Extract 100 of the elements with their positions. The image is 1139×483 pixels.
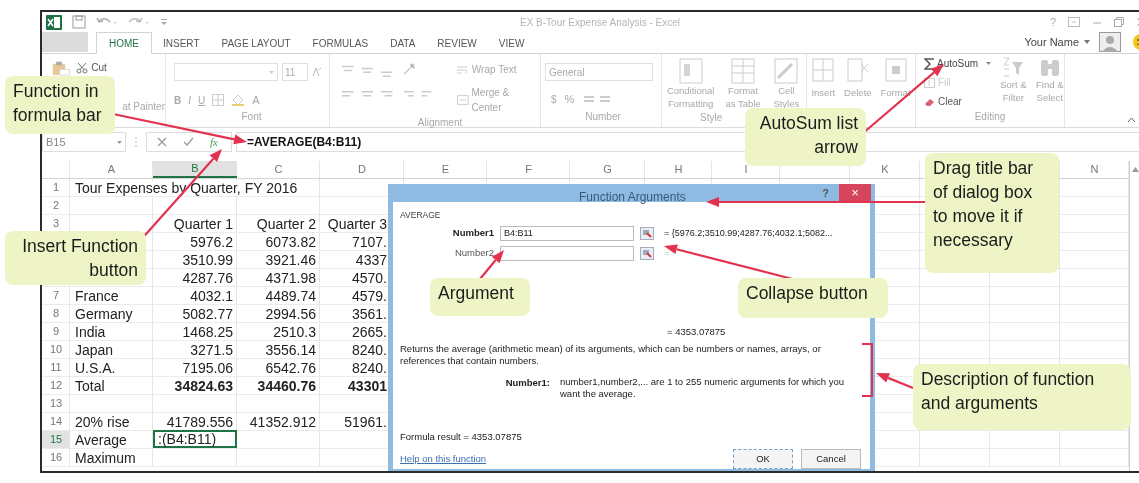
sort-filter-button[interactable]: Sort & Filter bbox=[999, 78, 1028, 104]
delete-button[interactable]: Delete bbox=[844, 86, 872, 101]
format-as-table-button[interactable]: Format as Table bbox=[722, 84, 764, 110]
argument-description: number1,number2,... are 1 to 255 numeric arguments for which you want the average. bbox=[560, 376, 846, 400]
column-header[interactable]: G bbox=[570, 161, 645, 178]
number-format-field[interactable]: General bbox=[545, 63, 653, 81]
help-button[interactable]: ? bbox=[822, 184, 829, 202]
ribbon-tab[interactable]: REVIEW bbox=[426, 33, 488, 53]
row-number[interactable]: 7 bbox=[42, 287, 70, 304]
format-cells-icon[interactable] bbox=[884, 58, 907, 82]
cell-text: 3561. bbox=[350, 306, 387, 321]
collapse-button[interactable] bbox=[640, 226, 654, 240]
caret-icon[interactable] bbox=[986, 62, 992, 65]
callout: Collapse button bbox=[738, 278, 888, 318]
window-title: EX B-Tour Expense Analysis - Excel bbox=[520, 15, 681, 30]
row-number[interactable]: 9 bbox=[42, 323, 70, 340]
row-number[interactable]: 11 bbox=[42, 359, 70, 376]
enter-check-icon[interactable] bbox=[183, 137, 194, 147]
font-name-field[interactable] bbox=[174, 63, 278, 81]
column-header[interactable]: N bbox=[1060, 161, 1129, 178]
font-color-button[interactable]: A bbox=[252, 92, 260, 109]
wrap-text-button[interactable]: Wrap Text bbox=[471, 62, 517, 77]
collapse-button[interactable] bbox=[640, 246, 654, 260]
find-select-button[interactable]: Find & Select bbox=[1035, 78, 1064, 104]
borders-icon[interactable] bbox=[212, 94, 225, 107]
cancel-icon[interactable] bbox=[157, 137, 167, 147]
ribbon-tab[interactable]: PAGE LAYOUT bbox=[210, 33, 302, 53]
underline-button[interactable]: U bbox=[198, 92, 206, 108]
sigma-icon[interactable] bbox=[924, 57, 935, 70]
percent-button[interactable]: % bbox=[564, 91, 575, 108]
delete-cells-icon[interactable] bbox=[846, 58, 869, 82]
save-icon[interactable] bbox=[72, 15, 86, 29]
row-number[interactable]: 1 bbox=[42, 179, 70, 196]
conditional-formatting-icon[interactable] bbox=[678, 58, 703, 84]
eraser-icon[interactable] bbox=[924, 96, 935, 107]
column-header[interactable]: C bbox=[237, 161, 320, 178]
font-size-field[interactable]: 11 bbox=[282, 63, 308, 81]
row-number[interactable]: 13 bbox=[42, 395, 70, 412]
help-button[interactable]: ? bbox=[1049, 13, 1056, 31]
ribbon-tab[interactable]: INSERT bbox=[152, 33, 211, 53]
account-name[interactable]: Your Name bbox=[1024, 33, 1079, 51]
merge-icon[interactable] bbox=[456, 95, 469, 105]
ribbon-tab[interactable]: DATA bbox=[379, 33, 427, 53]
row-number[interactable]: 14 bbox=[42, 413, 70, 430]
avatar-icon[interactable] bbox=[1099, 32, 1121, 52]
help-link[interactable]: Help on this function bbox=[400, 452, 487, 467]
insert-function-button[interactable]: fx bbox=[210, 133, 218, 151]
currency-button[interactable]: $ bbox=[551, 91, 557, 107]
sort-filter-icon[interactable] bbox=[1002, 56, 1025, 78]
dialog-title[interactable]: Function Arguments bbox=[579, 188, 686, 206]
ribbon-tab[interactable]: FORMULAS bbox=[301, 33, 380, 53]
cell-text: 2665. bbox=[350, 324, 387, 339]
conditional-formatting-button[interactable]: Conditional Formatting bbox=[664, 84, 717, 110]
grow-font-icon[interactable] bbox=[312, 67, 322, 77]
column-header[interactable]: A bbox=[70, 161, 153, 178]
column-header[interactable]: B bbox=[153, 161, 237, 178]
ribbon-tab[interactable]: HOME bbox=[96, 32, 152, 54]
scissors-icon[interactable] bbox=[76, 61, 89, 74]
row-number[interactable]: 2 bbox=[42, 197, 70, 214]
row-number[interactable]: 10 bbox=[42, 341, 70, 358]
close-button[interactable]: × bbox=[839, 184, 871, 202]
ok-button[interactable]: OK bbox=[733, 449, 793, 470]
column-header[interactable]: E bbox=[404, 161, 487, 178]
ribbon-display-icon[interactable] bbox=[1068, 17, 1080, 27]
row-number[interactable]: 16 bbox=[42, 449, 70, 466]
scroll-up-icon[interactable] bbox=[1132, 167, 1139, 172]
wrap-text-icon[interactable] bbox=[456, 64, 469, 75]
customize-toolbar-icon[interactable] bbox=[160, 17, 168, 27]
cancel-button[interactable]: Cancel bbox=[801, 449, 861, 470]
cell-styles-button[interactable]: Cell Styles bbox=[769, 84, 804, 110]
table-icon[interactable] bbox=[731, 58, 755, 84]
column-header[interactable]: F bbox=[487, 161, 570, 178]
row-number[interactable]: 15 bbox=[42, 431, 70, 448]
argument-field[interactable] bbox=[500, 245, 634, 261]
fill-bucket-icon[interactable] bbox=[231, 94, 246, 107]
row-number[interactable]: 12 bbox=[42, 377, 70, 394]
row-number[interactable]: 3 bbox=[42, 215, 70, 232]
drag-handle-icon[interactable] bbox=[134, 136, 138, 148]
insert-cells-icon[interactable] bbox=[812, 58, 835, 82]
column-header[interactable]: H bbox=[645, 161, 712, 178]
italic-button[interactable]: I bbox=[188, 92, 191, 108]
format-button[interactable]: Format bbox=[880, 86, 911, 101]
cell-styles-icon[interactable] bbox=[774, 58, 799, 84]
autosum-button[interactable]: AutoSum bbox=[937, 56, 979, 71]
merge-center-button[interactable]: Merge & Center bbox=[471, 85, 540, 115]
format-painter-button[interactable]: at Painter bbox=[122, 99, 165, 114]
column-header[interactable]: D bbox=[320, 161, 404, 178]
fill-icon[interactable] bbox=[924, 77, 935, 88]
selected-cell[interactable]: :(B4:B11) bbox=[153, 430, 237, 448]
caret-icon[interactable] bbox=[1084, 40, 1090, 44]
insert-button[interactable]: Insert bbox=[811, 86, 836, 101]
argument-name: Number1: bbox=[504, 376, 551, 390]
file-tab[interactable] bbox=[42, 32, 88, 52]
ribbon-tab[interactable]: VIEW bbox=[487, 33, 536, 53]
clear-button[interactable]: Clear bbox=[938, 94, 962, 109]
restore-icon[interactable] bbox=[1114, 17, 1124, 27]
argument-field[interactable]: B4:B11 bbox=[500, 225, 634, 241]
row-number[interactable]: 8 bbox=[42, 305, 70, 322]
cut-button[interactable]: Cut bbox=[91, 60, 107, 75]
collapse-ribbon-icon[interactable] bbox=[1127, 117, 1136, 123]
